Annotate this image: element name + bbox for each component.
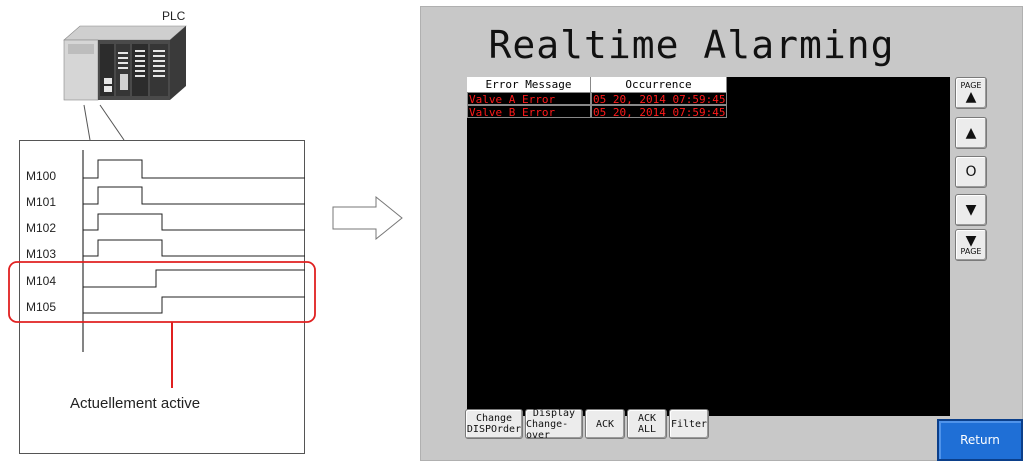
hmi-screen: Realtime Alarming Error Message Occurren… [420,6,1023,461]
waveform-m104 [83,269,305,288]
page-down-icon: ▼ [965,233,977,249]
return-button[interactable]: Return [937,419,1023,461]
display-label-1: Display [532,407,576,419]
waveform-m102 [83,213,305,231]
page-down-button[interactable]: ▼ PAGE [955,229,987,261]
waveforms [8,150,316,388]
ack-button[interactable]: ACK [585,409,625,439]
waveform-m100 [83,159,305,179]
page-down-label: PAGE [960,247,982,256]
column-header-occurrence[interactable]: Occurrence [591,77,727,92]
change-display-order-button[interactable]: Change DISPOrder [465,409,523,439]
alarm-row-1-occurrence[interactable]: 05 20, 2014 07:59:45 [591,92,727,105]
ack-all-label-2: ALL [637,424,657,435]
center-button[interactable]: O [955,156,987,188]
filter-button[interactable]: Filter [669,409,709,439]
right-arrow-icon [332,196,403,240]
change-label-1: Change [475,413,513,424]
ack-all-label-1: ACK [637,413,657,424]
page-up-button[interactable]: PAGE ▲ [955,77,987,109]
alarm-row-2-message[interactable]: Valve B Error [467,105,591,118]
change-label-2: DISPOrder [466,424,522,435]
column-header-message[interactable]: Error Message [467,77,591,92]
alarm-list[interactable]: Error Message Occurrence Valve A Error 0… [467,77,950,416]
waveform-m103 [83,239,305,257]
page-up-icon: ▲ [965,89,977,105]
filter-label: Filter [670,418,708,430]
display-label-2: Change-over [526,418,569,441]
arrow-up-icon: ▲ [965,125,977,141]
center-icon: O [965,164,977,180]
callout-label: Actuellement active [70,395,201,412]
alarm-row-2-occurrence[interactable]: 05 20, 2014 07:59:45 [591,105,727,118]
ack-label: ACK [595,418,615,430]
scroll-up-button[interactable]: ▲ [955,117,987,149]
alarm-row-1-message[interactable]: Valve A Error [467,92,591,105]
display-changeover-button[interactable]: Display Change-over [525,407,583,441]
waveform-m101 [83,186,305,205]
waveform-m105 [83,296,305,314]
arrow-down-icon: ▼ [965,202,977,218]
scroll-down-button[interactable]: ▼ [955,194,987,226]
screen-title: Realtime Alarming [488,23,895,67]
ack-all-button[interactable]: ACK ALL [627,409,667,439]
